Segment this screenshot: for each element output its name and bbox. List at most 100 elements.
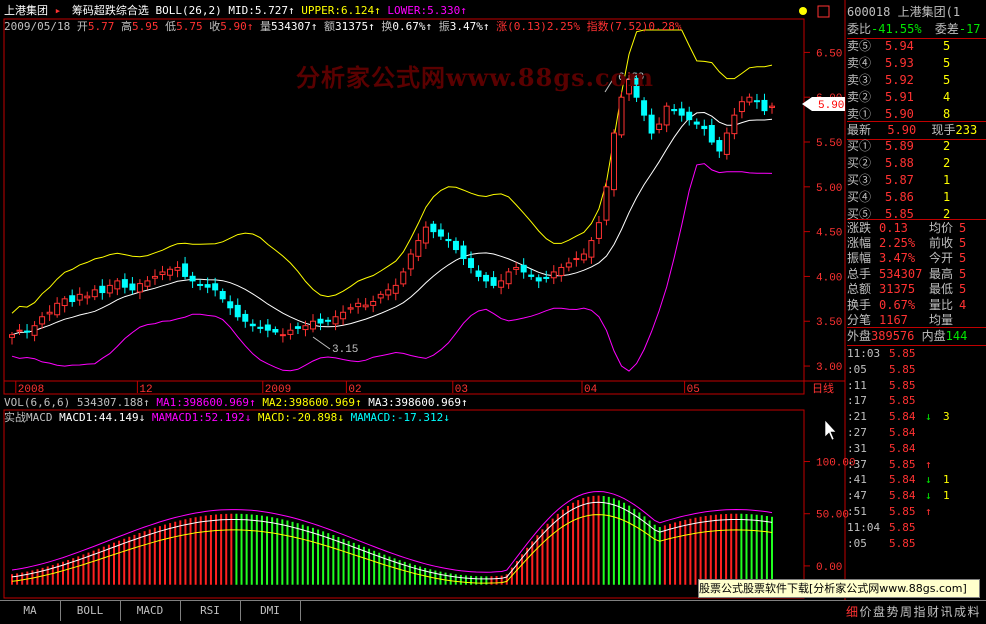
tab-boll[interactable]: BOLL bbox=[60, 601, 121, 621]
candle-body[interactable] bbox=[686, 111, 693, 121]
tick-row[interactable]: 11:04 5.85 bbox=[847, 520, 986, 536]
candle-body[interactable] bbox=[377, 293, 384, 299]
candle-body[interactable] bbox=[678, 108, 685, 116]
candle-body[interactable] bbox=[693, 121, 700, 125]
candle-body[interactable] bbox=[731, 114, 738, 135]
chart-canvas[interactable]: 6.506.005.505.004.504.003.503.00 2008122… bbox=[0, 0, 986, 624]
candle-body[interactable] bbox=[287, 329, 294, 335]
candle-body[interactable] bbox=[701, 125, 708, 130]
candle-body[interactable] bbox=[370, 301, 377, 306]
candle-body[interactable] bbox=[618, 96, 625, 136]
tick-row[interactable]: :31 5.84 bbox=[847, 441, 986, 457]
tab-ma[interactable]: MA bbox=[0, 601, 61, 621]
candle-body[interactable] bbox=[573, 258, 580, 261]
candlesticks[interactable] bbox=[9, 72, 775, 345]
right-tab[interactable]: 指 bbox=[914, 603, 926, 620]
tick-row[interactable]: :37 5.85 ↑ bbox=[847, 457, 986, 473]
right-tab[interactable]: 细 bbox=[846, 603, 858, 620]
candle-body[interactable] bbox=[580, 253, 587, 261]
candle-body[interactable] bbox=[76, 293, 83, 301]
right-tab[interactable]: 势 bbox=[887, 603, 899, 620]
expand-arrow-icon[interactable]: ▸ bbox=[55, 4, 62, 17]
candle-body[interactable] bbox=[422, 226, 429, 244]
tab-macd[interactable]: MACD bbox=[120, 601, 181, 621]
candle-body[interactable] bbox=[227, 301, 234, 309]
candle-body[interactable] bbox=[355, 302, 362, 308]
candle-body[interactable] bbox=[663, 105, 670, 126]
tick-row[interactable]: :21 5.84 ↓ 3 bbox=[847, 409, 986, 425]
candle-body[interactable] bbox=[400, 271, 407, 285]
candle-body[interactable] bbox=[144, 280, 151, 287]
tab-dmi[interactable]: DMI bbox=[240, 601, 301, 621]
right-tab[interactable]: 周 bbox=[900, 603, 912, 620]
candle-body[interactable] bbox=[415, 240, 422, 257]
candle-body[interactable] bbox=[317, 318, 324, 324]
candle-body[interactable] bbox=[264, 324, 271, 331]
indicator-title[interactable]: 筹码超跌综合选 bbox=[72, 4, 149, 17]
tick-row[interactable]: :17 5.85 bbox=[847, 393, 986, 409]
candle-body[interactable] bbox=[272, 329, 279, 333]
tab-rsi[interactable]: RSI bbox=[180, 601, 241, 621]
tick-row[interactable]: 11:03 5.85 bbox=[847, 346, 986, 362]
candle-body[interactable] bbox=[648, 114, 655, 134]
candle-body[interactable] bbox=[498, 280, 505, 288]
candle-body[interactable] bbox=[520, 264, 527, 273]
candle-body[interactable] bbox=[535, 277, 542, 282]
candle-body[interactable] bbox=[167, 268, 174, 276]
candle-body[interactable] bbox=[242, 313, 249, 322]
candle-body[interactable] bbox=[325, 319, 332, 322]
right-tab[interactable]: 盘 bbox=[873, 603, 885, 620]
candle-body[interactable] bbox=[24, 330, 31, 333]
candle-body[interactable] bbox=[550, 271, 557, 279]
tick-row[interactable]: :51 5.85 ↑ bbox=[847, 504, 986, 520]
candle-body[interactable] bbox=[505, 271, 512, 285]
candle-body[interactable] bbox=[565, 262, 572, 268]
candle-body[interactable] bbox=[309, 320, 316, 330]
tick-row[interactable]: :11 5.85 bbox=[847, 378, 986, 394]
candle-body[interactable] bbox=[159, 271, 166, 276]
right-tab[interactable]: 财 bbox=[927, 603, 939, 620]
candle-body[interactable] bbox=[9, 334, 15, 338]
candle-body[interactable] bbox=[174, 266, 181, 271]
candle-body[interactable] bbox=[407, 253, 414, 270]
candle-body[interactable] bbox=[46, 311, 53, 315]
candle-body[interactable] bbox=[610, 132, 617, 191]
period-label[interactable]: 日线 bbox=[812, 381, 834, 395]
candle-body[interactable] bbox=[452, 240, 459, 251]
right-tab[interactable]: 成 bbox=[954, 603, 966, 620]
candle-body[interactable] bbox=[121, 279, 128, 288]
candle-body[interactable] bbox=[136, 283, 143, 293]
candle-body[interactable] bbox=[437, 229, 444, 237]
tick-row[interactable]: :27 5.84 bbox=[847, 425, 986, 441]
candle-body[interactable] bbox=[234, 304, 241, 318]
candle-body[interactable] bbox=[723, 132, 730, 155]
candle-body[interactable] bbox=[39, 316, 46, 325]
candle-body[interactable] bbox=[475, 270, 482, 277]
candle-body[interactable] bbox=[588, 240, 595, 258]
candle-body[interactable] bbox=[708, 125, 715, 143]
candle-body[interactable] bbox=[738, 101, 745, 113]
candle-body[interactable] bbox=[54, 302, 61, 316]
candle-body[interactable] bbox=[468, 258, 475, 268]
tick-row[interactable]: :05 5.85 bbox=[847, 362, 986, 378]
candle-body[interactable] bbox=[392, 284, 399, 294]
candle-body[interactable] bbox=[114, 280, 121, 290]
candle-body[interactable] bbox=[483, 274, 490, 282]
candle-body[interactable] bbox=[513, 266, 520, 270]
candle-body[interactable] bbox=[212, 283, 219, 291]
candle-body[interactable] bbox=[490, 277, 497, 286]
candle-body[interactable] bbox=[528, 274, 535, 277]
candle-body[interactable] bbox=[204, 284, 211, 288]
candle-body[interactable] bbox=[249, 323, 256, 327]
candle-body[interactable] bbox=[182, 263, 189, 277]
candle-body[interactable] bbox=[219, 291, 226, 300]
tick-row[interactable]: :05 5.85 bbox=[847, 536, 986, 552]
candle-body[interactable] bbox=[753, 100, 760, 103]
candle-body[interactable] bbox=[460, 245, 467, 260]
candle-body[interactable] bbox=[294, 326, 301, 329]
candle-body[interactable] bbox=[430, 223, 437, 233]
candle-body[interactable] bbox=[347, 307, 354, 310]
macd-name[interactable]: 实战MACD bbox=[4, 411, 53, 424]
candle-body[interactable] bbox=[91, 289, 98, 298]
candle-body[interactable] bbox=[656, 123, 663, 130]
